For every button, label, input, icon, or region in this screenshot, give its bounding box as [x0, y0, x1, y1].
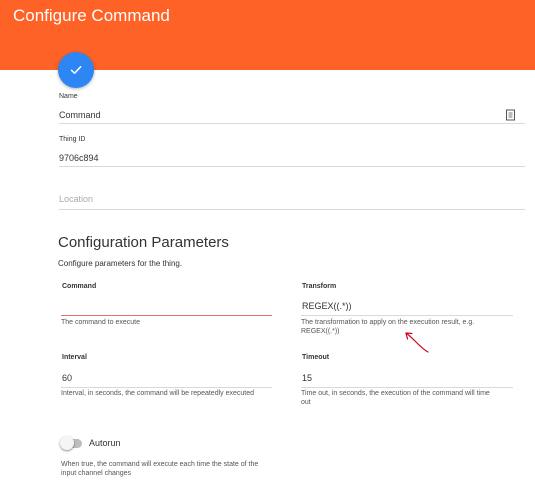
command-label: Command: [62, 283, 97, 290]
thing-id-input[interactable]: 9706c894: [59, 153, 99, 163]
autorun-hint-line2: input channel changes: [61, 470, 132, 477]
timeout-underline: [301, 387, 513, 388]
name-underline: [59, 123, 525, 124]
check-icon: [70, 66, 82, 74]
transform-label: Transform: [302, 283, 337, 290]
transform-underline: [301, 315, 513, 316]
thing-id-label: Thing ID: [59, 136, 86, 143]
transform-input[interactable]: REGEX((.*)): [302, 301, 352, 311]
command-input[interactable]: [62, 300, 272, 314]
command-underline: [61, 315, 272, 316]
timeout-hint-line1: Time out, in seconds, the execution of t…: [301, 390, 490, 397]
timeout-label: Timeout: [302, 354, 330, 361]
location-underline: [59, 209, 525, 210]
section-title: Configuration Parameters: [58, 234, 229, 251]
name-label: Name: [59, 93, 78, 100]
autorun-toggle-knob[interactable]: [60, 436, 74, 450]
name-input[interactable]: Command: [59, 110, 101, 120]
autorun-hint-line1: When true, the command will execute each…: [61, 461, 259, 468]
annotation-arrow: [405, 332, 429, 353]
command-hint: The command to execute: [61, 319, 140, 326]
interval-hint: Interval, in seconds, the command will b…: [61, 390, 254, 397]
section-subtitle: Configure parameters for the thing.: [58, 259, 183, 268]
transform-hint-line1: The transformation to apply on the execu…: [301, 319, 475, 326]
autorun-label: Autorun: [89, 438, 121, 448]
page-title: Configure Command: [13, 6, 170, 25]
interval-label: Interval: [62, 354, 87, 361]
transform-hint-line2: REGEX((.*)): [301, 328, 340, 335]
location-input[interactable]: Location: [59, 194, 93, 204]
interval-underline: [61, 387, 272, 388]
thing-id-underline: [59, 166, 525, 167]
timeout-hint-line2: out: [301, 399, 311, 406]
save-button[interactable]: [58, 52, 94, 88]
timeout-input[interactable]: 15: [302, 373, 312, 383]
interval-input[interactable]: 60: [62, 373, 72, 383]
